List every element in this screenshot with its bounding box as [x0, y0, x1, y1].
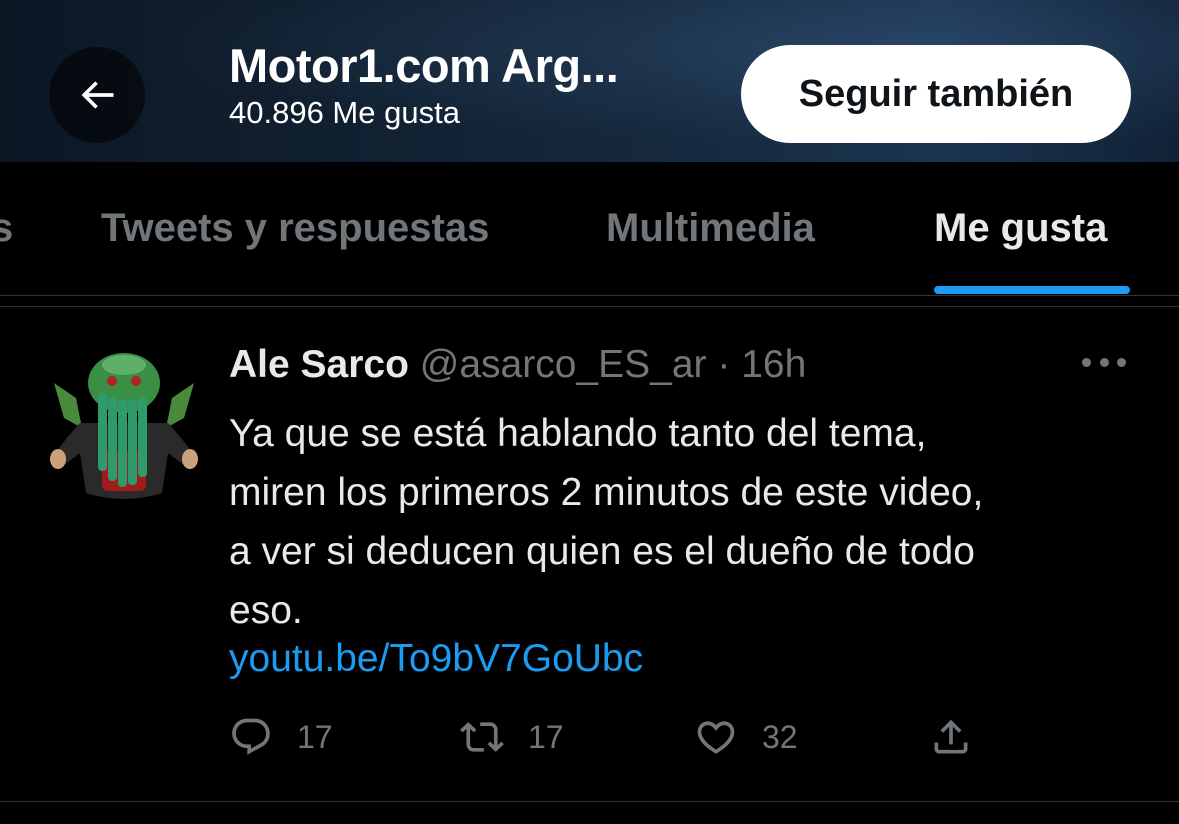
- tweet-text-line: Ya que se está hablando tanto del tema,: [229, 412, 927, 455]
- retweet-count: 17: [528, 718, 564, 755]
- tweet-text-line: a ver si deducen quien es el dueño de to…: [229, 530, 975, 573]
- reply-button[interactable]: 17: [229, 712, 333, 762]
- tab-likes[interactable]: Me gusta: [934, 206, 1107, 251]
- follow-button[interactable]: Seguir también: [741, 45, 1131, 143]
- arrow-left-icon: [81, 81, 114, 109]
- tweet-text-line: miren los primeros 2 minutos de este vid…: [229, 471, 984, 514]
- tab-media[interactable]: Multimedia: [606, 206, 815, 251]
- reply-count: 17: [297, 718, 333, 755]
- tweet-text-line: eso.: [229, 589, 303, 632]
- profile-header: Motor1.com Arg... 40.896 Me gusta Seguir…: [0, 0, 1179, 162]
- like-count: 32: [762, 718, 798, 755]
- active-tab-indicator: [934, 286, 1130, 294]
- tweet-text: Ya que se está hablando tanto del tema, …: [229, 404, 1129, 640]
- heart-icon: [697, 721, 735, 754]
- more-horizontal-icon: [1082, 357, 1091, 367]
- profile-tabs: s Tweets y respuestas Multimedia Me gust…: [0, 162, 1179, 296]
- tweet[interactable]: Ale Sarco @asarco_ES_ar · 16h Ya que se …: [0, 306, 1179, 802]
- tweet-timestamp[interactable]: 16h: [741, 343, 806, 386]
- profile-name: Motor1.com Arg...: [229, 39, 619, 92]
- retweet-icon: [460, 722, 504, 752]
- share-button[interactable]: [929, 712, 973, 762]
- author-handle[interactable]: @asarco_ES_ar: [420, 343, 707, 386]
- reply-icon: [232, 718, 270, 755]
- share-icon: [934, 719, 968, 754]
- retweet-button[interactable]: 17: [460, 712, 564, 762]
- tab-tweets[interactable]: s: [0, 206, 13, 251]
- separator-dot: ·: [717, 343, 731, 386]
- author-name[interactable]: Ale Sarco: [229, 343, 409, 386]
- tweet-actions: 17 17 32: [229, 712, 989, 762]
- tab-tweets-and-replies[interactable]: Tweets y respuestas: [101, 206, 489, 251]
- like-button[interactable]: 32: [694, 712, 798, 762]
- back-button[interactable]: [49, 47, 145, 143]
- tweet-link[interactable]: youtu.be/To9bV7GoUbc: [229, 637, 643, 681]
- avatar[interactable]: [46, 343, 202, 503]
- tweet-header: Ale Sarco @asarco_ES_ar · 16h: [229, 343, 806, 387]
- more-options-button[interactable]: [1082, 355, 1126, 369]
- likes-count: 40.896 Me gusta: [229, 95, 460, 130]
